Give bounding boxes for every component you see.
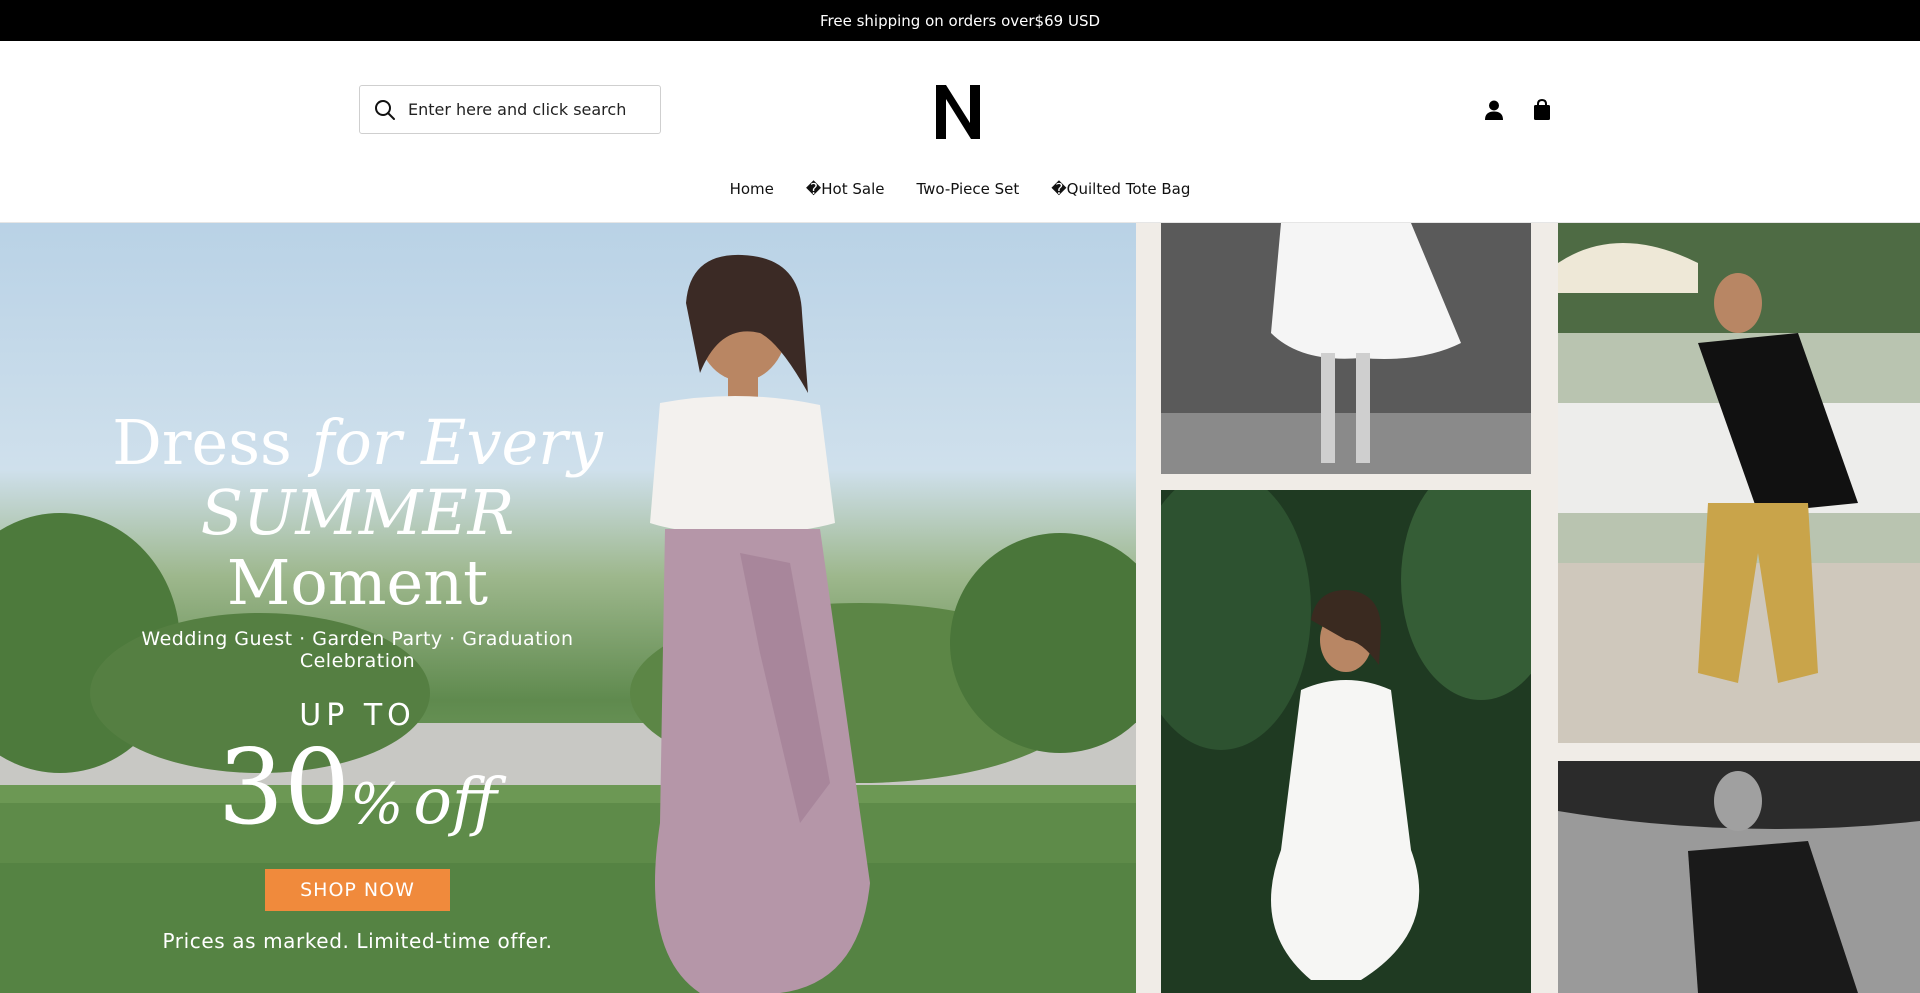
announcement-bar: Free shipping on orders over$69 USD (0, 0, 1920, 41)
discount-symbol: % (350, 772, 404, 837)
hero-tagline: Wedding Guest · Garden Party · Graduatio… (141, 628, 574, 672)
nav-item-home[interactable]: Home (730, 180, 774, 198)
headline-line1-regular: Dress (112, 406, 312, 479)
nav-item-hot-sale[interactable]: �Hot Sale (806, 180, 885, 198)
shop-now-button[interactable]: SHOP NOW (265, 869, 450, 911)
collage-image-gold-pants (1558, 223, 1920, 743)
nav-item-quilted-tote-bag[interactable]: �Quilted Tote Bag (1051, 180, 1190, 198)
search-box[interactable] (359, 85, 661, 134)
collage-image-bw-top (1558, 761, 1920, 993)
headline-line2-italic: SUMMER (200, 476, 515, 549)
hero-up-to: UP TO (299, 698, 416, 733)
search-icon[interactable] (374, 99, 396, 121)
hero-collage (1136, 223, 1920, 993)
hero-discount: 30 % off (95, 726, 620, 848)
announcement-text: Free shipping on orders over$69 USD (819, 11, 1101, 30)
search-input[interactable] (408, 100, 628, 119)
collage-image-white-dress (1161, 490, 1531, 993)
headline-line2-regular: Moment (226, 546, 489, 619)
headline-line1-italic: for Every (311, 406, 603, 479)
collage-image-bw-skirt (1161, 223, 1531, 474)
cart-bag-icon[interactable] (1528, 96, 1556, 124)
discount-number: 30 (217, 726, 351, 848)
header-actions (1480, 96, 1556, 124)
hero-promo-text: Dress for Every SUMMER Moment Wedding Gu… (95, 408, 620, 954)
main-nav: Home �Hot Sale Two-Piece Set �Quilted To… (0, 180, 1920, 198)
nav-item-two-piece-set[interactable]: Two-Piece Set (916, 180, 1019, 198)
discount-suffix: off (413, 765, 498, 839)
hero-headline: Dress for Every SUMMER Moment (95, 408, 620, 618)
hero-main-image: Dress for Every SUMMER Moment Wedding Gu… (0, 223, 1136, 993)
hero-note: Prices as marked. Limited-time offer. (162, 929, 553, 953)
account-icon[interactable] (1480, 96, 1508, 124)
hero-banner[interactable]: Dress for Every SUMMER Moment Wedding Gu… (0, 223, 1920, 993)
brand-logo[interactable] (934, 81, 982, 141)
site-header: Home �Hot Sale Two-Piece Set �Quilted To… (0, 41, 1920, 223)
